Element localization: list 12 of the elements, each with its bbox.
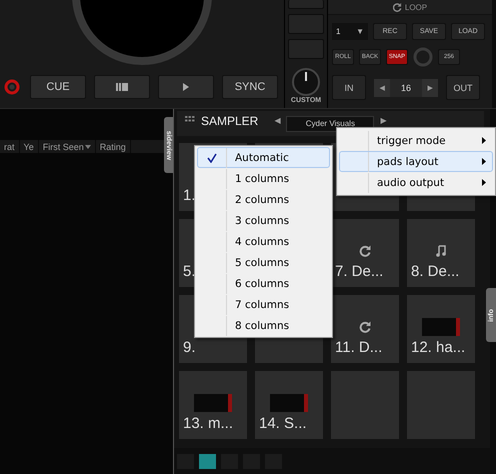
pad-label: 7. De...	[335, 263, 384, 280]
sampler-title: SAMPLER	[201, 114, 258, 128]
pad-label: 1.	[183, 187, 196, 204]
pad-label: 14. S...	[259, 415, 307, 432]
pad-label: 9.	[183, 339, 196, 356]
pad-label: 13. m...	[183, 415, 234, 432]
pad-label: 11. D...	[335, 339, 382, 356]
pad-label: 12. ha...	[411, 339, 466, 356]
loop-length: 16	[400, 82, 412, 92]
loop-title: LOOP	[404, 2, 428, 12]
pad-label: 5.	[183, 263, 196, 280]
pad-label: 8. De...	[411, 263, 460, 280]
